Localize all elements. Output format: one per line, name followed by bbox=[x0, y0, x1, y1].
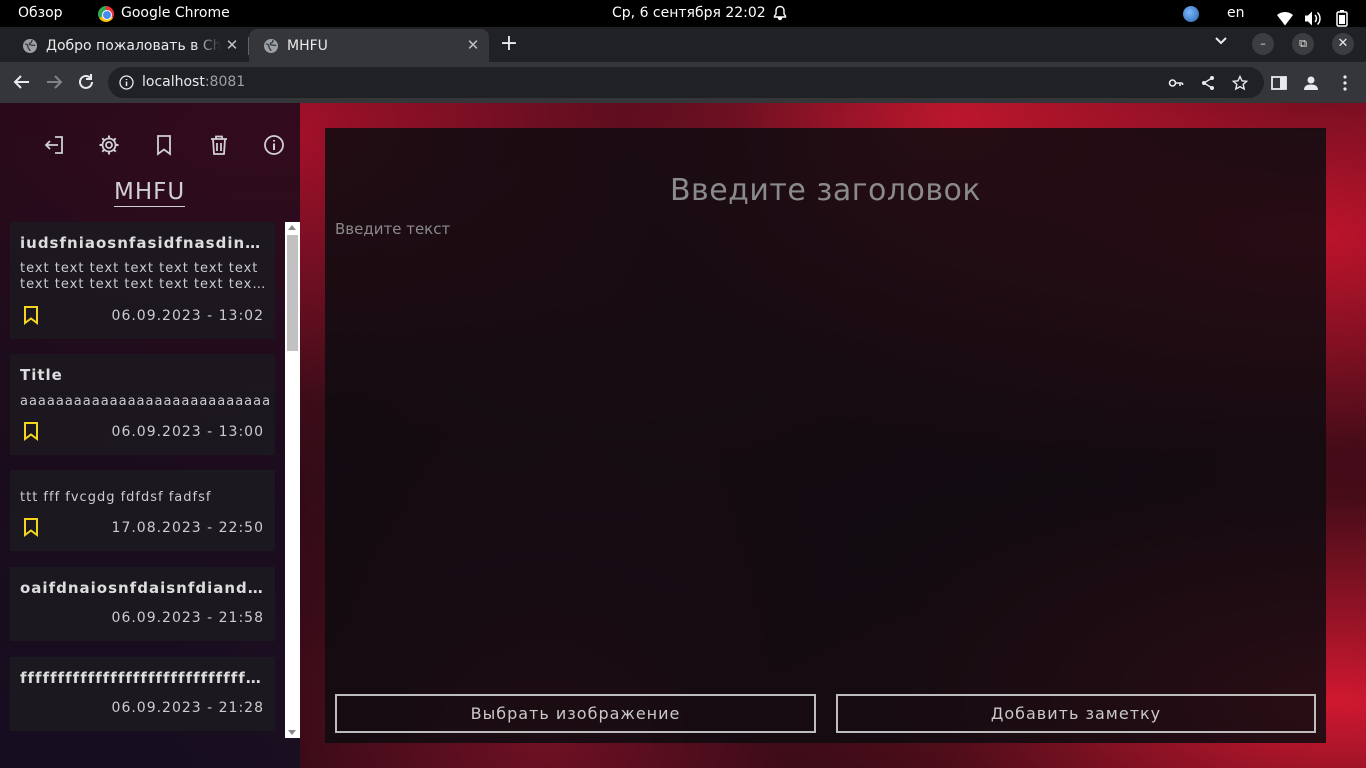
app-menu[interactable]: Google Chrome bbox=[98, 0, 230, 27]
address-bar[interactable]: localhost:8081 bbox=[108, 67, 1264, 98]
bookmark-icon[interactable] bbox=[22, 517, 40, 537]
note-title: ffffffffffffffffffffffffffffffffffff bbox=[20, 669, 268, 687]
note-text-input[interactable] bbox=[335, 220, 1315, 680]
reload-icon[interactable] bbox=[76, 72, 96, 92]
chrome-logo-icon bbox=[98, 5, 114, 22]
new-tab-plus-icon[interactable]: + bbox=[498, 33, 520, 55]
note-date: 06.09.2023 - 13:00 bbox=[111, 424, 264, 440]
note-card[interactable]: ffffffffffffffffffffffffffffffffffff 06.… bbox=[10, 657, 275, 731]
note-card[interactable]: iudsfniaosnfasidfnasdinasdfnasdf text te… bbox=[10, 222, 275, 339]
scrollbar-thumb[interactable] bbox=[287, 235, 298, 351]
note-date: 06.09.2023 - 21:58 bbox=[111, 610, 264, 626]
clock[interactable]: Ср, 6 сентября 22:02 bbox=[612, 0, 766, 27]
note-title: oaifdnaiosnfdaisnfdiandmfasdf bbox=[20, 579, 268, 597]
notification-bell-icon[interactable] bbox=[772, 5, 788, 21]
note-text: aaaaaaaaaaaaaaaaaaaaaaaaaaaaaaaaa bbox=[20, 394, 270, 409]
close-window-icon[interactable]: ✕ bbox=[1332, 33, 1354, 55]
bookmark-icon[interactable] bbox=[22, 305, 40, 325]
url-text: localhost:8081 bbox=[142, 74, 246, 90]
note-title: Title bbox=[20, 366, 63, 384]
note-date: 06.09.2023 - 21:28 bbox=[111, 700, 264, 716]
forward-arrow-icon[interactable] bbox=[44, 72, 64, 92]
note-text: ttt fff fvcgdg fdfdsf fadfsf bbox=[20, 490, 212, 505]
note-date: 17.08.2023 - 22:50 bbox=[111, 520, 264, 536]
note-title-input[interactable] bbox=[325, 173, 1326, 208]
browser-toolbar: localhost:8081 bbox=[0, 62, 1366, 103]
add-note-button[interactable]: Добавить заметку bbox=[836, 694, 1316, 733]
globe-icon bbox=[264, 38, 278, 53]
info-icon[interactable] bbox=[263, 134, 285, 156]
note-title: iudsfniaosnfasidfnasdinasdfnasdf bbox=[20, 234, 268, 252]
bookmark-icon[interactable] bbox=[22, 421, 40, 441]
password-key-icon[interactable] bbox=[1168, 75, 1184, 91]
note-date: 06.09.2023 - 13:02 bbox=[111, 308, 264, 324]
globe-icon bbox=[23, 38, 37, 53]
browser-tab-strip: Добро пожаловать в Chrome ✕ MHFU ✕ + – ⧉… bbox=[0, 27, 1366, 62]
app-name: Google Chrome bbox=[121, 5, 230, 21]
notes-sidebar: MHFU iudsfniaosnfasidfnasdinasdfnasdf te… bbox=[0, 103, 300, 768]
activities-overview-button[interactable]: Обзор bbox=[18, 0, 63, 27]
minimize-window-icon[interactable]: – bbox=[1252, 33, 1274, 55]
network-globe-icon[interactable] bbox=[1183, 6, 1199, 22]
system-top-bar: Обзор Google Chrome Ср, 6 сентября 22:02… bbox=[0, 0, 1366, 27]
keyboard-layout-indicator[interactable]: en bbox=[1227, 0, 1245, 27]
tab-welcome[interactable]: Добро пожаловать в Chrome ✕ bbox=[8, 29, 248, 62]
note-card[interactable]: ttt fff fvcgdg fdfdsf fadfsf 17.08.2023 … bbox=[10, 470, 275, 551]
close-tab-icon[interactable]: ✕ bbox=[224, 37, 240, 53]
scroll-up-arrow-icon[interactable] bbox=[288, 225, 296, 230]
tab-mhfu[interactable]: MHFU ✕ bbox=[249, 29, 489, 62]
scroll-down-arrow-icon[interactable] bbox=[288, 730, 296, 735]
bookmark-icon[interactable] bbox=[153, 134, 175, 156]
app-logo[interactable]: MHFU bbox=[114, 178, 186, 207]
tab-label: Добро пожаловать в Chrome bbox=[46, 37, 221, 54]
logout-icon[interactable] bbox=[43, 134, 65, 156]
tab-search-chevron-icon[interactable] bbox=[1214, 36, 1228, 46]
kebab-menu-icon[interactable] bbox=[1336, 74, 1354, 92]
restore-window-icon[interactable]: ⧉ bbox=[1292, 33, 1314, 55]
side-panel-icon[interactable] bbox=[1270, 74, 1288, 92]
share-icon[interactable] bbox=[1200, 75, 1216, 91]
trash-icon[interactable] bbox=[208, 134, 230, 156]
bookmark-star-icon[interactable] bbox=[1232, 75, 1248, 91]
tab-label: MHFU bbox=[287, 37, 328, 54]
back-arrow-icon[interactable] bbox=[12, 72, 32, 92]
choose-image-button[interactable]: Выбрать изображение bbox=[335, 694, 816, 733]
note-text: text text text text text text text text … bbox=[20, 261, 259, 292]
sidebar-toolbar bbox=[0, 103, 300, 188]
note-card[interactable]: Title aaaaaaaaaaaaaaaaaaaaaaaaaaaaaaaaa … bbox=[10, 354, 275, 455]
profile-icon[interactable] bbox=[1302, 74, 1320, 92]
gear-icon[interactable] bbox=[98, 134, 120, 156]
note-card[interactable]: oaifdnaiosnfdaisnfdiandmfasdf 06.09.2023… bbox=[10, 567, 275, 641]
note-editor: Выбрать изображение Добавить заметку bbox=[325, 128, 1326, 743]
close-tab-icon[interactable]: ✕ bbox=[465, 37, 481, 53]
site-info-icon[interactable] bbox=[119, 75, 134, 90]
notes-scrollbar[interactable] bbox=[285, 222, 300, 738]
page-background: MHFU iudsfniaosnfasidfnasdinasdfnasdf te… bbox=[0, 103, 1366, 768]
